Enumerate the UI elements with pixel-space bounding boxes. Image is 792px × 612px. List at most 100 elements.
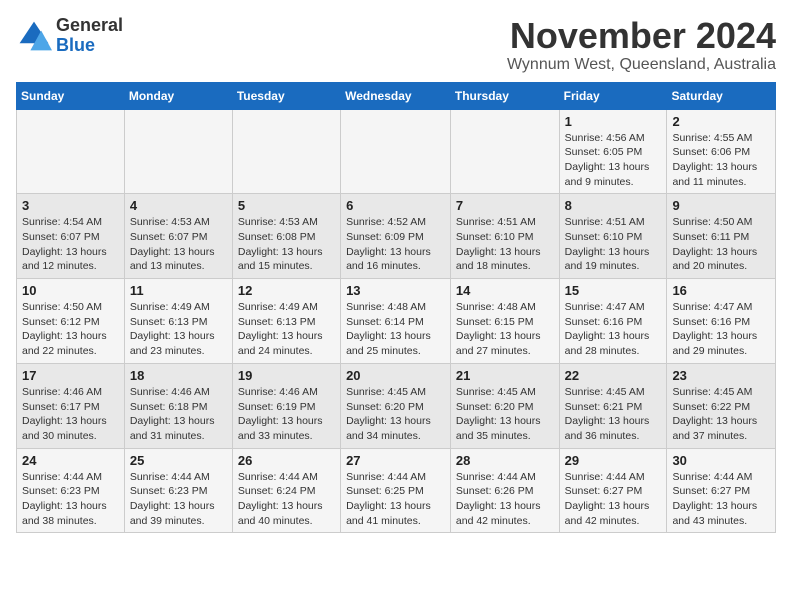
calendar-cell: 23 Sunrise: 4:45 AM Sunset: 6:22 PM Dayli… <box>667 363 776 448</box>
day-number: 13 <box>346 283 445 298</box>
logo-text: General Blue <box>56 16 123 56</box>
calendar-cell: 13 Sunrise: 4:48 AM Sunset: 6:14 PM Dayli… <box>341 279 451 364</box>
calendar-cell: 11 Sunrise: 4:49 AM Sunset: 6:13 PM Dayli… <box>124 279 232 364</box>
calendar-cell: 15Sunrise: 4:47 AM Sunset: 6:16 PM Dayli… <box>559 279 667 364</box>
day-number: 26 <box>238 453 335 468</box>
weekday-header-sunday: Sunday <box>17 82 125 109</box>
weekday-header-monday: Monday <box>124 82 232 109</box>
weekday-header-thursday: Thursday <box>450 82 559 109</box>
day-number: 21 <box>456 368 554 383</box>
day-info: Sunrise: 4:51 AM Sunset: 6:10 PM Dayligh… <box>565 215 662 274</box>
day-info: Sunrise: 4:48 AM Sunset: 6:14 PM Dayligh… <box>346 300 445 359</box>
logo: General Blue <box>16 16 123 56</box>
calendar-cell: 10 Sunrise: 4:50 AM Sunset: 6:12 PM Dayli… <box>17 279 125 364</box>
calendar-cell: 7Sunrise: 4:51 AM Sunset: 6:10 PM Daylig… <box>450 194 559 279</box>
calendar-cell: 9Sunrise: 4:50 AM Sunset: 6:11 PM Daylig… <box>667 194 776 279</box>
calendar-cell <box>232 109 340 194</box>
day-info: Sunrise: 4:44 AM Sunset: 6:24 PM Dayligh… <box>238 470 335 529</box>
calendar-cell: 29 Sunrise: 4:44 AM Sunset: 6:27 PM Dayli… <box>559 448 667 533</box>
calendar-cell: 19 Sunrise: 4:46 AM Sunset: 6:19 PM Dayli… <box>232 363 340 448</box>
calendar-cell: 24Sunrise: 4:44 AM Sunset: 6:23 PM Dayli… <box>17 448 125 533</box>
calendar-week-row: 1 Sunrise: 4:56 AM Sunset: 6:05 PM Daylig… <box>17 109 776 194</box>
day-info: Sunrise: 4:53 AM Sunset: 6:07 PM Dayligh… <box>130 215 227 274</box>
logo-blue: Blue <box>56 35 95 55</box>
calendar-cell: 28Sunrise: 4:44 AM Sunset: 6:26 PM Dayli… <box>450 448 559 533</box>
day-number: 24 <box>22 453 119 468</box>
calendar-cell: 26 Sunrise: 4:44 AM Sunset: 6:24 PM Dayli… <box>232 448 340 533</box>
day-info: Sunrise: 4:53 AM Sunset: 6:08 PM Dayligh… <box>238 215 335 274</box>
day-info: Sunrise: 4:48 AM Sunset: 6:15 PM Dayligh… <box>456 300 554 359</box>
day-info: Sunrise: 4:46 AM Sunset: 6:19 PM Dayligh… <box>238 385 335 444</box>
day-number: 28 <box>456 453 554 468</box>
calendar-week-row: 3Sunrise: 4:54 AM Sunset: 6:07 PM Daylig… <box>17 194 776 279</box>
title-area: November 2024 Wynnum West, Queensland, A… <box>507 16 776 74</box>
calendar-week-row: 10 Sunrise: 4:50 AM Sunset: 6:12 PM Dayli… <box>17 279 776 364</box>
calendar-cell: 20Sunrise: 4:45 AM Sunset: 6:20 PM Dayli… <box>341 363 451 448</box>
day-number: 5 <box>238 198 335 213</box>
day-number: 11 <box>130 283 227 298</box>
day-info: Sunrise: 4:51 AM Sunset: 6:10 PM Dayligh… <box>456 215 554 274</box>
day-number: 20 <box>346 368 445 383</box>
calendar-cell <box>341 109 451 194</box>
day-number: 19 <box>238 368 335 383</box>
day-info: Sunrise: 4:55 AM Sunset: 6:06 PM Dayligh… <box>672 131 770 190</box>
day-info: Sunrise: 4:45 AM Sunset: 6:21 PM Dayligh… <box>565 385 662 444</box>
day-number: 29 <box>565 453 662 468</box>
day-number: 17 <box>22 368 119 383</box>
page-header: General Blue November 2024 Wynnum West, … <box>16 16 776 74</box>
calendar-cell <box>450 109 559 194</box>
weekday-header-friday: Friday <box>559 82 667 109</box>
logo-icon <box>16 18 52 54</box>
calendar-cell: 18 Sunrise: 4:46 AM Sunset: 6:18 PM Dayli… <box>124 363 232 448</box>
weekday-header-row: SundayMondayTuesdayWednesdayThursdayFrid… <box>17 82 776 109</box>
location-title: Wynnum West, Queensland, Australia <box>507 56 776 74</box>
day-number: 1 <box>565 114 662 129</box>
weekday-header-wednesday: Wednesday <box>341 82 451 109</box>
day-info: Sunrise: 4:49 AM Sunset: 6:13 PM Dayligh… <box>130 300 227 359</box>
day-info: Sunrise: 4:44 AM Sunset: 6:27 PM Dayligh… <box>565 470 662 529</box>
calendar-cell: 12 Sunrise: 4:49 AM Sunset: 6:13 PM Dayli… <box>232 279 340 364</box>
day-number: 12 <box>238 283 335 298</box>
day-number: 10 <box>22 283 119 298</box>
calendar-cell: 5 Sunrise: 4:53 AM Sunset: 6:08 PM Daylig… <box>232 194 340 279</box>
calendar-week-row: 17 Sunrise: 4:46 AM Sunset: 6:17 PM Dayli… <box>17 363 776 448</box>
day-info: Sunrise: 4:47 AM Sunset: 6:16 PM Dayligh… <box>565 300 662 359</box>
day-number: 27 <box>346 453 445 468</box>
calendar-cell: 14 Sunrise: 4:48 AM Sunset: 6:15 PM Dayli… <box>450 279 559 364</box>
day-info: Sunrise: 4:47 AM Sunset: 6:16 PM Dayligh… <box>672 300 770 359</box>
logo-general: General <box>56 15 123 35</box>
calendar-cell: 17 Sunrise: 4:46 AM Sunset: 6:17 PM Dayli… <box>17 363 125 448</box>
day-number: 8 <box>565 198 662 213</box>
month-title: November 2024 <box>507 16 776 56</box>
calendar-cell: 21 Sunrise: 4:45 AM Sunset: 6:20 PM Dayli… <box>450 363 559 448</box>
calendar-cell: 8 Sunrise: 4:51 AM Sunset: 6:10 PM Daylig… <box>559 194 667 279</box>
day-number: 16 <box>672 283 770 298</box>
day-number: 30 <box>672 453 770 468</box>
weekday-header-saturday: Saturday <box>667 82 776 109</box>
day-info: Sunrise: 4:50 AM Sunset: 6:12 PM Dayligh… <box>22 300 119 359</box>
day-info: Sunrise: 4:56 AM Sunset: 6:05 PM Dayligh… <box>565 131 662 190</box>
day-number: 14 <box>456 283 554 298</box>
day-number: 25 <box>130 453 227 468</box>
day-number: 22 <box>565 368 662 383</box>
day-info: Sunrise: 4:46 AM Sunset: 6:18 PM Dayligh… <box>130 385 227 444</box>
calendar-cell: 2Sunrise: 4:55 AM Sunset: 6:06 PM Daylig… <box>667 109 776 194</box>
day-info: Sunrise: 4:50 AM Sunset: 6:11 PM Dayligh… <box>672 215 770 274</box>
day-info: Sunrise: 4:44 AM Sunset: 6:25 PM Dayligh… <box>346 470 445 529</box>
day-number: 3 <box>22 198 119 213</box>
calendar-cell: 30 Sunrise: 4:44 AM Sunset: 6:27 PM Dayli… <box>667 448 776 533</box>
day-info: Sunrise: 4:44 AM Sunset: 6:27 PM Dayligh… <box>672 470 770 529</box>
calendar-cell: 27 Sunrise: 4:44 AM Sunset: 6:25 PM Dayli… <box>341 448 451 533</box>
calendar-cell: 4 Sunrise: 4:53 AM Sunset: 6:07 PM Daylig… <box>124 194 232 279</box>
day-number: 18 <box>130 368 227 383</box>
day-info: Sunrise: 4:46 AM Sunset: 6:17 PM Dayligh… <box>22 385 119 444</box>
calendar-cell <box>17 109 125 194</box>
day-info: Sunrise: 4:45 AM Sunset: 6:20 PM Dayligh… <box>456 385 554 444</box>
day-number: 4 <box>130 198 227 213</box>
day-info: Sunrise: 4:45 AM Sunset: 6:22 PM Dayligh… <box>672 385 770 444</box>
day-info: Sunrise: 4:52 AM Sunset: 6:09 PM Dayligh… <box>346 215 445 274</box>
day-info: Sunrise: 4:49 AM Sunset: 6:13 PM Dayligh… <box>238 300 335 359</box>
day-number: 23 <box>672 368 770 383</box>
calendar-table: SundayMondayTuesdayWednesdayThursdayFrid… <box>16 82 776 534</box>
calendar-cell: 1 Sunrise: 4:56 AM Sunset: 6:05 PM Daylig… <box>559 109 667 194</box>
